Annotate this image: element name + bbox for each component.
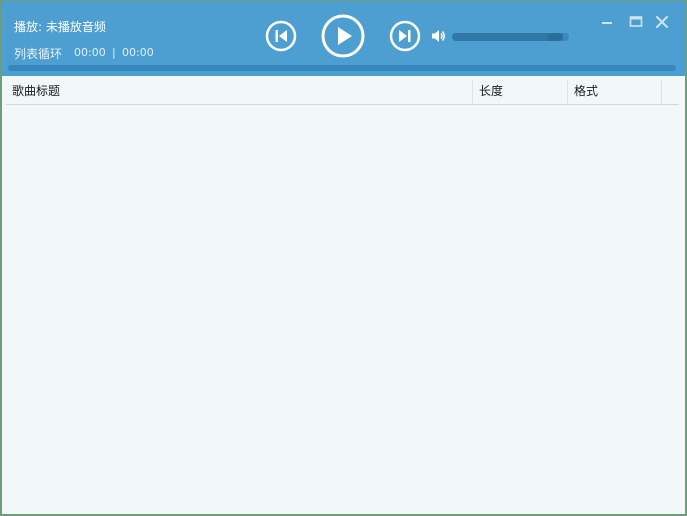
volume-button[interactable] [431, 28, 447, 48]
next-track-button[interactable] [389, 20, 421, 52]
player-control-bar: 播放: 未播放音频 列表循环 00:00 | 00:00 [2, 1, 685, 76]
column-header-length[interactable]: 长度 [472, 80, 567, 104]
minimize-button[interactable] [598, 13, 616, 31]
skip-next-icon [389, 20, 421, 52]
current-time: 00:00 [74, 46, 106, 59]
music-player-window: 播放: 未播放音频 列表循环 00:00 | 00:00 歌曲标题 长度 格式 [2, 1, 685, 514]
speaker-icon [432, 30, 445, 42]
volume-slider[interactable] [452, 33, 569, 41]
time-separator: | [112, 46, 116, 59]
maximize-icon [629, 16, 643, 27]
playlist-body[interactable] [6, 105, 679, 512]
total-time: 00:00 [122, 46, 154, 59]
playback-progress-bar[interactable] [8, 65, 676, 71]
column-header-format[interactable]: 格式 [567, 80, 662, 104]
play-button[interactable] [321, 14, 365, 58]
loop-mode-toggle[interactable]: 列表循环 [14, 45, 62, 62]
column-header-title[interactable]: 歌曲标题 [6, 80, 472, 104]
volume-handle[interactable] [547, 33, 564, 41]
now-playing-label: 播放: 未播放音频 [14, 20, 106, 34]
skip-previous-icon [265, 20, 297, 52]
maximize-button[interactable] [627, 13, 645, 31]
minimize-icon [602, 22, 612, 24]
playlist-header: 歌曲标题 长度 格式 [6, 80, 679, 105]
previous-track-button[interactable] [265, 20, 297, 52]
play-icon [321, 14, 365, 58]
close-button[interactable] [653, 13, 671, 31]
close-icon [656, 16, 668, 28]
